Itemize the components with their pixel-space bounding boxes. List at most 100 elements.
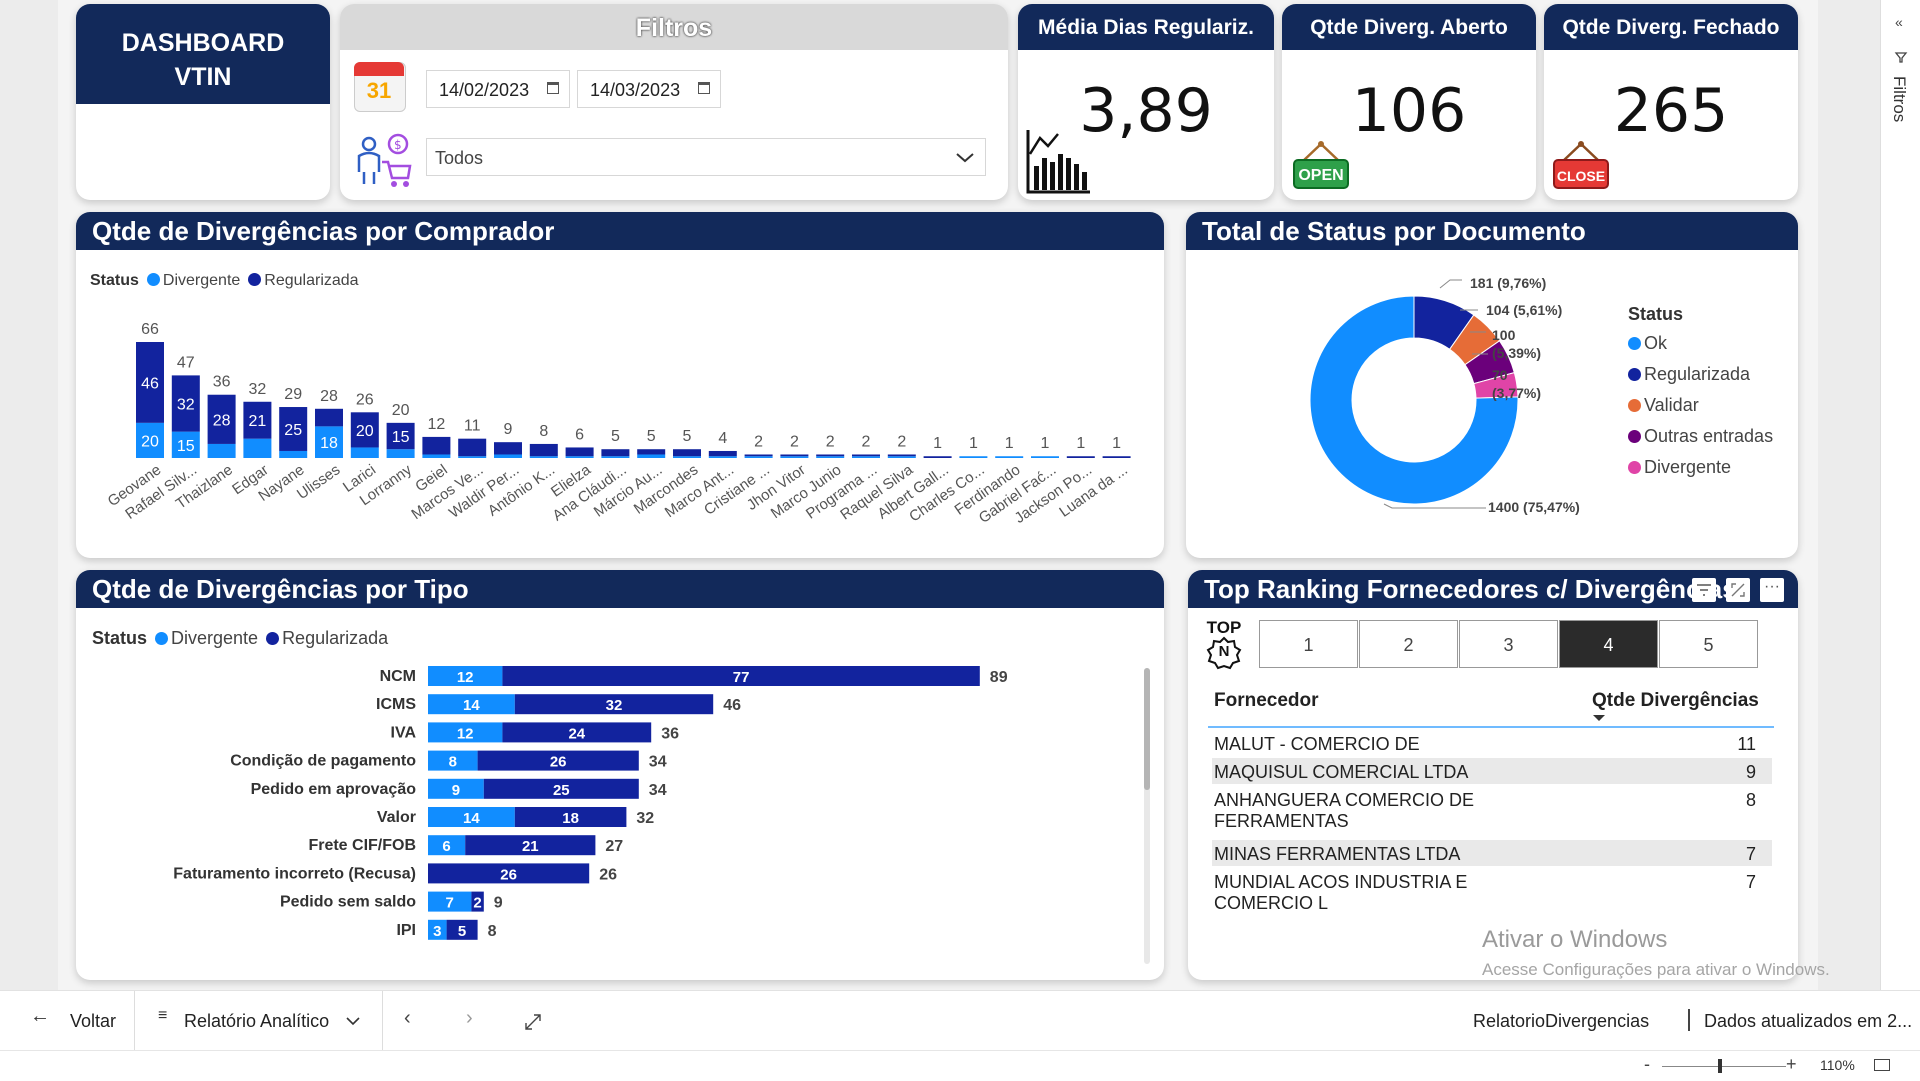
kpi-closed-card: Qtde Diverg. Fechado 265 CLOSE	[1544, 4, 1798, 200]
kpi-closed-label: Qtde Diverg. Fechado	[1544, 4, 1798, 50]
y-tick-label: Pedido em aprovação	[251, 781, 417, 798]
back-arrow-icon[interactable]: ←	[30, 1005, 50, 1028]
donut-legend-item[interactable]: Ok	[1628, 333, 1773, 354]
filters-pane-collapsed[interactable]: « Filtros	[1880, 0, 1920, 1050]
divergence-count: 11	[1737, 734, 1756, 754]
fit-page-icon[interactable]	[1874, 1059, 1890, 1071]
bar-value-label: 12	[457, 669, 474, 686]
bar-regularizada	[923, 456, 952, 458]
previous-page-icon[interactable]: ‹	[404, 1007, 411, 1030]
bar-total-label: 36	[213, 374, 231, 391]
back-button[interactable]: Voltar	[70, 1011, 116, 1032]
top-n-button-2[interactable]: 2	[1359, 620, 1458, 668]
bar-total-label: 27	[605, 838, 623, 855]
donut-legend-item[interactable]: Outras entradas	[1628, 426, 1773, 447]
bar-regularizada	[494, 442, 522, 455]
top-n-button-1[interactable]: 1	[1259, 620, 1358, 668]
donut-legend-item[interactable]: Validar	[1628, 395, 1773, 416]
donut-data-label: 100	[1492, 327, 1516, 343]
collapse-icon[interactable]	[524, 1013, 542, 1031]
windows-activation-title: Ativar o Windows	[1482, 926, 1668, 953]
legend-label: Divergente	[1644, 457, 1732, 477]
page-select[interactable]: Relatório Analítico	[184, 1011, 329, 1032]
buyer-select[interactable]: Todos	[426, 138, 986, 176]
bar-value-label: 25	[284, 422, 302, 439]
close-sign-text: CLOSE	[1556, 168, 1606, 184]
bar-divergente	[422, 454, 451, 458]
zoom-status-bar: - + 110%	[0, 1050, 1920, 1081]
bar-divergente	[816, 456, 845, 458]
sort-desc-icon[interactable]	[1592, 714, 1606, 722]
bar-total-label: 32	[249, 381, 267, 398]
date-end-input[interactable]: 14/03/2023	[577, 70, 721, 108]
donut-data-label: 181 (9,76%)	[1470, 275, 1546, 291]
bar-total-label: 2	[790, 433, 799, 450]
dashboard-title: DASHBOARD VTIN	[96, 26, 310, 94]
page-list-icon[interactable]: ≡	[158, 1007, 167, 1025]
more-options-icon[interactable]: ···	[1760, 578, 1784, 602]
calendar-badge: 31	[366, 78, 392, 103]
ranking-header-count[interactable]: Qtde Divergências	[1592, 690, 1759, 712]
filter-icon[interactable]	[1692, 578, 1716, 602]
zoom-slider-track[interactable]	[1662, 1066, 1786, 1067]
chart-scrollbar-thumb[interactable]	[1144, 668, 1150, 790]
chevron-down-icon[interactable]	[346, 1016, 360, 1026]
bar-divergente	[780, 456, 809, 458]
type-bar-chart: NCM 12 77 89ICMS 14 32 46IVA 12 24 36Condição de …	[173, 666, 1008, 940]
ranking-header-line	[1208, 726, 1774, 728]
close-sign-icon: CLOSE	[1552, 140, 1610, 198]
filters-title: Filtros	[635, 14, 713, 42]
top-n-button-4[interactable]: 4	[1559, 620, 1658, 668]
bar-total-label: 20	[392, 402, 410, 419]
bar-total-label: 32	[636, 810, 654, 827]
bar-value-label: 14	[463, 810, 480, 827]
bar-regularizada	[780, 454, 809, 457]
report-name: RelatorioDivergencias	[1473, 1011, 1650, 1031]
table-row[interactable]: ANHANGUERA COMERCIO DE FERRAMENTAS 8	[1212, 786, 1772, 838]
table-row[interactable]: MUNDIAL ACOS INDUSTRIA E COMERCIO L 7	[1212, 868, 1772, 913]
bar-total-label: 66	[141, 321, 159, 338]
donut-data-label: (5,39%)	[1492, 345, 1541, 361]
ranking-header-supplier[interactable]: Fornecedor	[1214, 690, 1319, 712]
legend-label: Ok	[1644, 333, 1668, 353]
legend-label: Outras entradas	[1644, 426, 1774, 446]
table-row[interactable]: MINAS FERRAMENTAS LTDA 7	[1212, 840, 1772, 866]
y-tick-label: Faturamento incorreto (Recusa)	[173, 865, 416, 882]
zoom-in-button[interactable]: +	[1786, 1054, 1797, 1075]
bar-total-label: 9	[494, 895, 503, 912]
donut-legend-item[interactable]: Divergente	[1628, 457, 1773, 478]
bar-divergente	[494, 454, 522, 458]
supplier-name: MUNDIAL ACOS INDUSTRIA E COMERCIO L	[1214, 872, 1468, 913]
date-start-input[interactable]: 14/02/2023	[426, 70, 570, 108]
bar-regularizada	[601, 449, 630, 457]
zoom-out-button[interactable]: -	[1644, 1054, 1650, 1075]
filters-header: Filtros	[340, 4, 1008, 50]
expand-pane-icon[interactable]: «	[1895, 14, 1903, 30]
filter-pane-icon[interactable]	[1894, 50, 1908, 64]
svg-text:$: $	[394, 138, 402, 152]
next-page-icon[interactable]: ›	[466, 1007, 473, 1030]
bar-divergente	[601, 456, 630, 458]
bar-total-label: 1	[933, 435, 942, 452]
bar-divergente	[708, 456, 737, 458]
top-n-button-5[interactable]: 5	[1659, 620, 1758, 668]
focus-mode-icon[interactable]	[1726, 578, 1750, 602]
bar-value-label: 14	[463, 697, 480, 714]
top-n-button-3[interactable]: 3	[1459, 620, 1558, 668]
bar-value-label: 8	[449, 754, 457, 771]
top-n-label: TOP	[1206, 618, 1242, 637]
bar-total-label: 1	[1112, 435, 1121, 452]
date-picker-icon[interactable]	[547, 82, 559, 94]
bar-divergente	[350, 447, 379, 458]
chart-scrollbar[interactable]	[1144, 668, 1150, 964]
table-row[interactable]: MAQUISUL COMERCIAL LTDA 9	[1212, 758, 1772, 784]
chevron-down-icon[interactable]	[955, 152, 975, 164]
donut-legend-item[interactable]: Regularizada	[1628, 364, 1773, 385]
zoom-level: 110%	[1820, 1057, 1855, 1073]
filters-pane-label[interactable]: Filtros	[1889, 76, 1909, 122]
date-picker-icon[interactable]	[698, 82, 710, 94]
bar-total-label: 5	[683, 428, 692, 445]
zoom-slider-thumb[interactable]	[1718, 1059, 1722, 1073]
supplier-name: ANHANGUERA COMERCIO DE FERRAMENTAS	[1214, 790, 1475, 831]
table-row[interactable]: MALUT - COMERCIO DE FERRAGENS11	[1212, 730, 1772, 775]
